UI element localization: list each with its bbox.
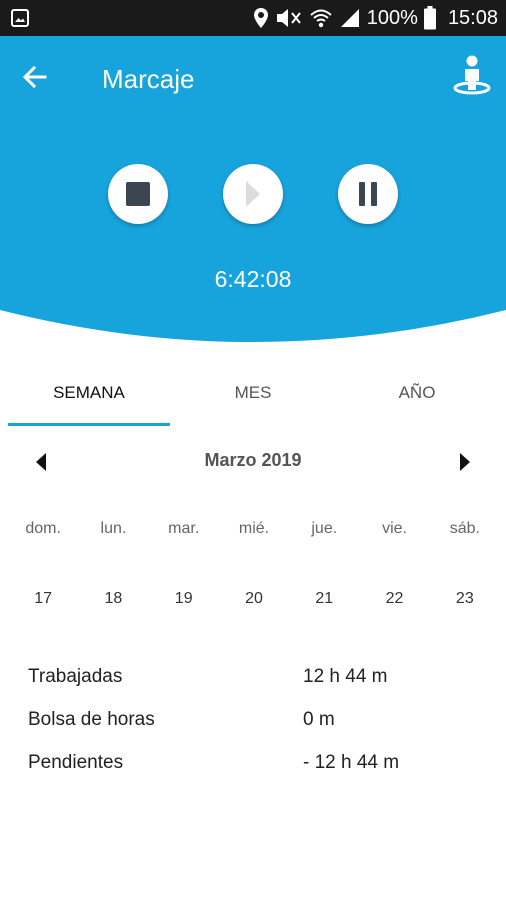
tab-indicator	[8, 423, 170, 426]
play-icon	[246, 181, 260, 207]
back-arrow-icon	[22, 65, 47, 89]
stop-icon	[126, 182, 150, 206]
day-cell[interactable]: 20	[219, 590, 289, 608]
weekday-label: dom.	[25, 520, 61, 537]
pause-button[interactable]	[338, 164, 398, 224]
tab-ano[interactable]: AÑO	[336, 370, 498, 426]
weekday-label: mar.	[168, 520, 200, 537]
weekday-label: jue.	[311, 520, 338, 537]
month-label: Marzo 2019	[204, 450, 302, 470]
next-week-button[interactable]	[452, 450, 476, 474]
status-time: 15:08	[447, 6, 498, 29]
mute-icon	[276, 9, 301, 27]
elapsed-timer: 6:42:08	[214, 266, 292, 292]
day-cell[interactable]: 19	[149, 590, 219, 608]
person-location-icon	[453, 55, 491, 95]
signal-icon	[340, 9, 359, 27]
hours-summary: Trabajadas 12 h 44 m Bolsa de horas 0 m …	[28, 666, 488, 795]
weekday-label: mié.	[238, 520, 270, 537]
summary-label: Pendientes	[28, 752, 124, 773]
tab-mes[interactable]: MES	[170, 370, 336, 426]
day-cell[interactable]: 22	[359, 590, 429, 608]
weekday-header: dom. lun. mar. mié. jue. vie. sáb.	[8, 520, 500, 538]
weekday-label: lun.	[100, 520, 127, 537]
battery-percent: 100%	[366, 6, 418, 29]
day-cell[interactable]: 23	[430, 590, 500, 608]
weekday-label: sáb.	[449, 520, 480, 537]
day-cell[interactable]: 17	[8, 590, 78, 608]
gallery-icon	[11, 9, 29, 27]
weekday-label: vie.	[382, 520, 407, 537]
day-cell[interactable]: 18	[78, 590, 148, 608]
summary-label: Trabajadas	[28, 666, 123, 687]
summary-row-trabajadas: Trabajadas 12 h 44 m	[28, 666, 488, 709]
month-navigation: Marzo 2019	[0, 442, 506, 482]
status-bar: 100% 15:08	[0, 0, 506, 36]
pause-icon	[359, 182, 377, 206]
period-tabs: SEMANA MES AÑO	[0, 370, 506, 428]
location-user-button[interactable]	[452, 54, 492, 96]
summary-label: Bolsa de horas	[28, 709, 155, 730]
wifi-icon	[310, 9, 332, 28]
back-button[interactable]	[18, 60, 52, 94]
stop-button[interactable]	[108, 164, 168, 224]
summary-value: 0 m	[303, 709, 335, 730]
status-icons: 100% 15:08	[253, 0, 498, 36]
day-cell[interactable]: 21	[289, 590, 359, 608]
summary-value: 12 h 44 m	[303, 666, 388, 687]
header: Marcaje 6:42:08	[0, 36, 506, 356]
tab-semana[interactable]: SEMANA	[8, 370, 170, 426]
location-icon	[253, 8, 268, 28]
caret-right-icon	[460, 453, 470, 471]
summary-row-bolsa-de-horas: Bolsa de horas 0 m	[28, 709, 488, 752]
page-title: Marcaje	[102, 64, 195, 94]
battery-icon	[423, 6, 436, 30]
play-button[interactable]	[223, 164, 283, 224]
summary-row-pendientes: Pendientes - 12 h 44 m	[28, 752, 488, 795]
week-days: 17 18 19 20 21 22 23	[8, 590, 500, 608]
summary-value: - 12 h 44 m	[303, 752, 400, 773]
